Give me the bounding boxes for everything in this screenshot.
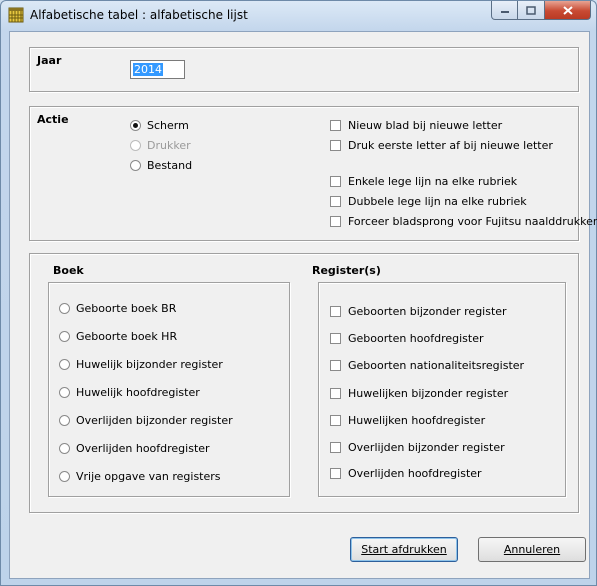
check-enkele-lijn-box bbox=[330, 176, 341, 187]
radio-drukker-label: Drukker bbox=[147, 139, 191, 152]
radio-boek-4[interactable]: Overlijden bijzonder register bbox=[59, 414, 233, 427]
check-register-1[interactable]: Geboorten hoofdregister bbox=[330, 332, 484, 345]
check-register-3[interactable]: Huwelijken bijzonder register bbox=[330, 387, 508, 400]
radio-boek-6-dot bbox=[59, 471, 70, 482]
radio-boek-3[interactable]: Huwelijk hoofdregister bbox=[59, 386, 200, 399]
caption-buttons bbox=[491, 1, 591, 21]
year-value: 2014 bbox=[133, 63, 163, 76]
start-print-button[interactable]: Start afdrukken bbox=[350, 537, 458, 562]
check-register-5-box bbox=[330, 442, 341, 453]
radio-boek-5[interactable]: Overlijden hoofdregister bbox=[59, 442, 210, 455]
radio-boek-2-label: Huwelijk bijzonder register bbox=[76, 358, 223, 371]
check-register-6[interactable]: Overlijden hoofdregister bbox=[330, 467, 482, 480]
check-dubbele-lijn[interactable]: Dubbele lege lijn na elke rubriek bbox=[330, 195, 527, 208]
check-register-1-label: Geboorten hoofdregister bbox=[348, 332, 484, 345]
radio-boek-3-label: Huwelijk hoofdregister bbox=[76, 386, 200, 399]
check-register-3-label: Huwelijken bijzonder register bbox=[348, 387, 509, 400]
check-register-0-label: Geboorten bijzonder register bbox=[348, 305, 507, 318]
maximize-icon bbox=[526, 5, 536, 15]
check-eerste-letter[interactable]: Druk eerste letter af bij nieuwe letter bbox=[330, 139, 553, 152]
check-dubbele-lijn-label: Dubbele lege lijn na elke rubriek bbox=[348, 195, 527, 208]
jaar-label: Jaar bbox=[37, 54, 62, 67]
minimize-icon bbox=[500, 11, 509, 13]
dialog-window: Alfabetische tabel : alfabetische lijst … bbox=[0, 0, 597, 586]
registers-label: Register(s) bbox=[312, 264, 381, 277]
check-register-4[interactable]: Huwelijken hoofdregister bbox=[330, 414, 485, 427]
maximize-button[interactable] bbox=[518, 1, 545, 20]
radio-boek-4-dot bbox=[59, 415, 70, 426]
check-nieuw-blad-label: Nieuw blad bij nieuwe letter bbox=[348, 119, 503, 132]
check-register-0-box bbox=[330, 306, 341, 317]
boek-label: Boek bbox=[53, 264, 84, 277]
check-eerste-letter-box bbox=[330, 140, 341, 151]
check-register-2[interactable]: Geboorten nationaliteitsregister bbox=[330, 359, 524, 372]
check-enkele-lijn[interactable]: Enkele lege lijn na elke rubriek bbox=[330, 175, 517, 188]
radio-bestand[interactable]: Bestand bbox=[130, 159, 192, 172]
check-nieuw-blad-box bbox=[330, 120, 341, 131]
radio-boek-6-label: Vrije opgave van registers bbox=[76, 470, 221, 483]
radio-boek-6[interactable]: Vrije opgave van registers bbox=[59, 470, 221, 483]
check-nieuw-blad[interactable]: Nieuw blad bij nieuwe letter bbox=[330, 119, 502, 132]
radio-drukker: Drukker bbox=[130, 139, 191, 152]
check-register-5-label: Overlijden bijzonder register bbox=[348, 441, 505, 454]
radio-boek-0[interactable]: Geboorte boek BR bbox=[59, 302, 176, 315]
check-register-2-box bbox=[330, 360, 341, 371]
dialog-body: Jaar 2014 Actie Scherm Drukker Bestand N… bbox=[9, 31, 597, 579]
check-register-1-box bbox=[330, 333, 341, 344]
check-register-6-label: Overlijden hoofdregister bbox=[348, 467, 482, 480]
radio-boek-5-dot bbox=[59, 443, 70, 454]
radio-bestand-label: Bestand bbox=[147, 159, 193, 172]
year-field[interactable]: 2014 bbox=[130, 60, 185, 79]
radio-boek-4-label: Overlijden bijzonder register bbox=[76, 414, 233, 427]
check-fujitsu-label: Forceer bladsprong voor Fujitsu naalddru… bbox=[348, 215, 597, 228]
check-eerste-letter-label: Druk eerste letter af bij nieuwe letter bbox=[348, 139, 553, 152]
radio-drukker-dot bbox=[130, 140, 141, 151]
check-register-6-box bbox=[330, 468, 341, 479]
check-register-4-label: Huwelijken hoofdregister bbox=[348, 414, 486, 427]
close-button[interactable] bbox=[545, 1, 591, 20]
close-icon bbox=[562, 5, 573, 15]
radio-boek-5-label: Overlijden hoofdregister bbox=[76, 442, 210, 455]
radio-scherm[interactable]: Scherm bbox=[130, 119, 189, 132]
radio-boek-1[interactable]: Geboorte boek HR bbox=[59, 330, 177, 343]
table-app-icon bbox=[8, 7, 24, 23]
check-fujitsu-box bbox=[330, 216, 341, 227]
radio-boek-3-dot bbox=[59, 387, 70, 398]
check-register-0[interactable]: Geboorten bijzonder register bbox=[330, 305, 507, 318]
window-title: Alfabetische tabel : alfabetische lijst bbox=[30, 8, 248, 22]
check-register-4-box bbox=[330, 415, 341, 426]
minimize-button[interactable] bbox=[491, 1, 518, 20]
radio-boek-1-label: Geboorte boek HR bbox=[76, 330, 178, 343]
check-register-2-label: Geboorten nationaliteitsregister bbox=[348, 359, 525, 372]
check-dubbele-lijn-box bbox=[330, 196, 341, 207]
check-register-3-box bbox=[330, 388, 341, 399]
radio-boek-2-dot bbox=[59, 359, 70, 370]
actie-label: Actie bbox=[37, 113, 69, 126]
check-register-5[interactable]: Overlijden bijzonder register bbox=[330, 441, 505, 454]
radio-boek-1-dot bbox=[59, 331, 70, 342]
radio-boek-2[interactable]: Huwelijk bijzonder register bbox=[59, 358, 223, 371]
radio-bestand-dot bbox=[130, 160, 141, 171]
jaar-group: Jaar bbox=[29, 47, 579, 92]
cancel-button[interactable]: Annuleren bbox=[478, 537, 586, 562]
radio-scherm-label: Scherm bbox=[147, 119, 189, 132]
check-enkele-lijn-label: Enkele lege lijn na elke rubriek bbox=[348, 175, 518, 188]
radio-boek-0-dot bbox=[59, 303, 70, 314]
check-fujitsu[interactable]: Forceer bladsprong voor Fujitsu naalddru… bbox=[330, 215, 597, 228]
title-bar[interactable]: Alfabetische tabel : alfabetische lijst bbox=[1, 1, 596, 29]
radio-boek-0-label: Geboorte boek BR bbox=[76, 302, 177, 315]
radio-scherm-dot bbox=[130, 120, 141, 131]
